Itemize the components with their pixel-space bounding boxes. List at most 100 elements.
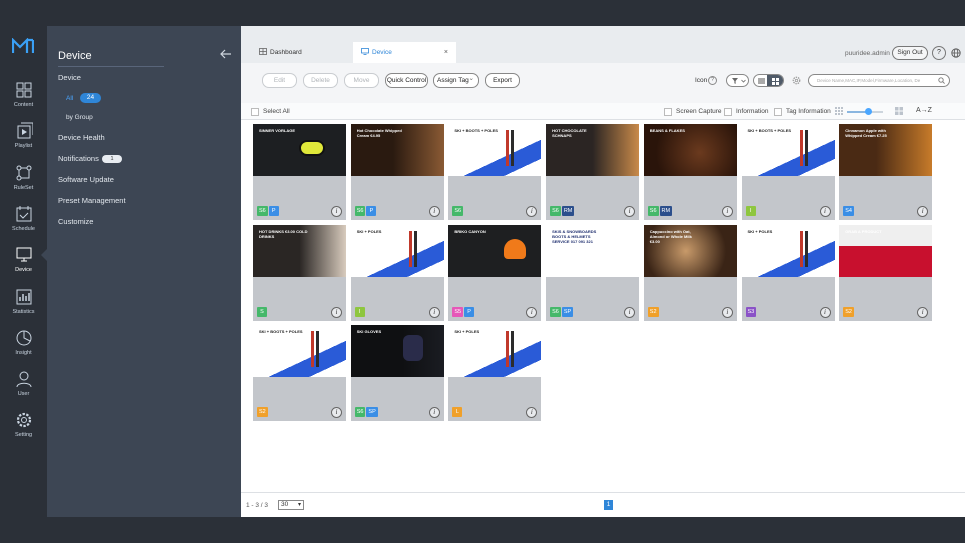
menu-software-update[interactable]: Software Update xyxy=(58,175,114,184)
help-icon[interactable]: ? xyxy=(932,46,946,60)
tag-badge[interactable]: S6 xyxy=(647,206,659,216)
info-icon[interactable]: i xyxy=(917,206,929,217)
device-screen-thumbnail[interactable]: SKI + BOOTS + POLES xyxy=(253,325,346,377)
device-screen-thumbnail[interactable]: SKI + BOOTS + POLES xyxy=(741,124,835,176)
tag-badge[interactable]: S xyxy=(257,306,267,317)
info-icon[interactable]: i xyxy=(819,206,831,217)
sign-out-button[interactable]: Sign Out xyxy=(892,46,928,60)
device-card[interactable]: GRAB A PRODUCT S2 i xyxy=(839,224,933,321)
close-tab-icon[interactable]: × xyxy=(444,42,448,63)
info-icon[interactable]: i xyxy=(331,306,342,318)
rail-item-playlist[interactable]: Playlist xyxy=(0,122,47,160)
device-screen-thumbnail[interactable]: Cappuccino with Oat, Almond or Whole Mil… xyxy=(643,224,737,277)
tag-badge[interactable]: P xyxy=(464,306,475,317)
tag-badge[interactable]: S6 xyxy=(550,206,561,216)
info-icon[interactable]: i xyxy=(526,306,538,318)
thumbnail-size-slider[interactable] xyxy=(847,108,883,115)
rail-item-user[interactable]: User xyxy=(0,370,47,408)
menu-preset-management[interactable]: Preset Management xyxy=(58,196,126,205)
globe-icon[interactable] xyxy=(951,48,961,58)
device-screen-thumbnail[interactable]: GRAB A PRODUCT xyxy=(839,224,933,277)
device-card[interactable]: HOT CHOCOLATE SCHNAPS S6 RM i xyxy=(546,124,640,220)
tag-badge[interactable]: I xyxy=(745,206,756,216)
device-screen-thumbnail[interactable]: HOT DRINKS €3.00 COLD DRINKS xyxy=(253,224,346,277)
device-card[interactable]: SKI + BOOTS + POLES Ii xyxy=(741,124,835,220)
device-card[interactable]: SKI + BOOTS + POLES S6 i xyxy=(448,124,542,220)
question-icon[interactable]: ? xyxy=(708,76,717,85)
device-card[interactable]: SINNER VORLAGE S6 Pi xyxy=(253,124,346,220)
tag-badge[interactable]: S3 xyxy=(745,306,757,317)
menu-notifications[interactable]: Notifications xyxy=(58,154,99,163)
menu-customize[interactable]: Customize xyxy=(58,217,93,226)
tag-badge[interactable]: RM xyxy=(561,206,575,216)
device-card[interactable]: SKI + POLES Ii xyxy=(350,224,444,321)
menu-device-health[interactable]: Device Health xyxy=(58,133,105,142)
info-icon[interactable]: i xyxy=(526,206,538,217)
rail-item-setting[interactable]: Setting xyxy=(0,411,47,449)
info-icon[interactable]: i xyxy=(331,206,342,217)
back-arrow-icon[interactable] xyxy=(220,49,232,59)
page-button-current[interactable]: 1 xyxy=(604,500,613,510)
tag-badge[interactable]: SP xyxy=(561,306,574,317)
info-icon[interactable]: i xyxy=(624,206,636,217)
tag-badge[interactable]: S2 xyxy=(647,306,659,317)
device-screen-thumbnail[interactable]: SINNER VORLAGE xyxy=(253,124,346,176)
device-card[interactable]: SKI + POLES S3 i xyxy=(741,224,835,321)
screen-capture-checkbox[interactable] xyxy=(664,108,672,116)
device-card[interactable]: Hot Chocolate Whipped Cream €4.95 S6 Pi xyxy=(350,124,444,220)
info-icon[interactable]: i xyxy=(721,206,733,217)
search-icon[interactable] xyxy=(938,77,945,84)
device-card[interactable]: SKI + BOOTS + POLES S2 i xyxy=(253,325,346,421)
rail-item-content[interactable]: Content xyxy=(0,81,47,119)
device-card[interactable]: HOT DRINKS €3.00 COLD DRINKS Si xyxy=(253,224,346,321)
tag-badge[interactable]: S6 xyxy=(452,206,464,216)
device-screen-thumbnail[interactable]: Cinnamon Apple with Whipped Cream €7.25 xyxy=(839,124,933,176)
info-icon[interactable]: i xyxy=(428,407,440,418)
device-screen-thumbnail[interactable]: BEANS & FLAKES xyxy=(643,124,737,176)
tag-badge[interactable]: P xyxy=(268,206,279,216)
device-screen-thumbnail[interactable]: BRIKO CANYON xyxy=(448,224,542,277)
tag-badge[interactable]: S6 xyxy=(257,206,268,216)
filter-button[interactable] xyxy=(726,74,749,87)
info-icon[interactable]: i xyxy=(624,306,636,318)
tag-information-checkbox[interactable] xyxy=(774,108,782,116)
delete-button[interactable]: Delete xyxy=(303,73,338,88)
device-card[interactable]: BEANS & FLAKES S6 RM i xyxy=(643,124,737,220)
device-screen-thumbnail[interactable]: SKI + BOOTS + POLES xyxy=(448,124,542,176)
search-input[interactable]: Device Name,MAC,IP,Model,Firmware,Locati… xyxy=(808,74,950,87)
device-screen-thumbnail[interactable]: HOT CHOCOLATE SCHNAPS xyxy=(546,124,640,176)
grid-view-button[interactable] xyxy=(767,75,783,86)
edit-button[interactable]: Edit xyxy=(262,73,297,88)
info-icon[interactable]: i xyxy=(331,407,342,418)
move-button[interactable]: Move xyxy=(344,73,379,88)
device-screen-thumbnail[interactable]: SKI + POLES xyxy=(741,224,835,277)
tag-badge[interactable]: S6 xyxy=(550,306,561,317)
info-icon[interactable]: i xyxy=(526,407,538,418)
information-checkbox[interactable] xyxy=(724,108,732,116)
quick-control-button[interactable]: Quick Control xyxy=(385,73,428,88)
device-card[interactable]: SKIS & SNOWBOARDS BOOTS & HELMETS SERVIC… xyxy=(546,224,640,321)
tag-badge[interactable]: P xyxy=(366,206,377,216)
tag-badge[interactable]: L xyxy=(452,407,463,417)
device-screen-thumbnail[interactable]: SKIS & SNOWBOARDS BOOTS & HELMETS SERVIC… xyxy=(546,224,640,277)
device-screen-thumbnail[interactable]: SKI + POLES xyxy=(350,224,444,277)
tag-badge[interactable]: RM xyxy=(659,206,673,216)
rail-item-schedule[interactable]: Schedule xyxy=(0,205,47,243)
tag-badge[interactable]: SP xyxy=(366,407,378,417)
info-icon[interactable]: i xyxy=(917,306,929,318)
info-icon[interactable]: i xyxy=(428,306,440,318)
device-card[interactable]: BRIKO CANYON S5 Pi xyxy=(448,224,542,321)
slider-handle[interactable] xyxy=(865,108,873,115)
device-screen-thumbnail[interactable]: Hot Chocolate Whipped Cream €4.95 xyxy=(350,124,444,176)
device-screen-thumbnail[interactable]: SKI GLOVES xyxy=(350,325,444,377)
filter-by-group[interactable]: by Group xyxy=(66,114,93,121)
device-card[interactable]: Cappuccino with Oat, Almond or Whole Mil… xyxy=(643,224,737,321)
tab-dashboard[interactable]: Dashboard xyxy=(251,42,351,63)
tag-badge[interactable]: S6 xyxy=(354,206,366,216)
rail-item-device[interactable]: Device xyxy=(0,246,47,284)
filter-all[interactable]: All xyxy=(66,95,73,102)
select-all-checkbox[interactable] xyxy=(251,108,259,116)
export-button[interactable]: Export xyxy=(485,73,520,88)
device-screen-thumbnail[interactable]: SKI + POLES xyxy=(448,325,542,377)
device-card[interactable]: SKI GLOVES S6 SP i xyxy=(350,325,444,421)
